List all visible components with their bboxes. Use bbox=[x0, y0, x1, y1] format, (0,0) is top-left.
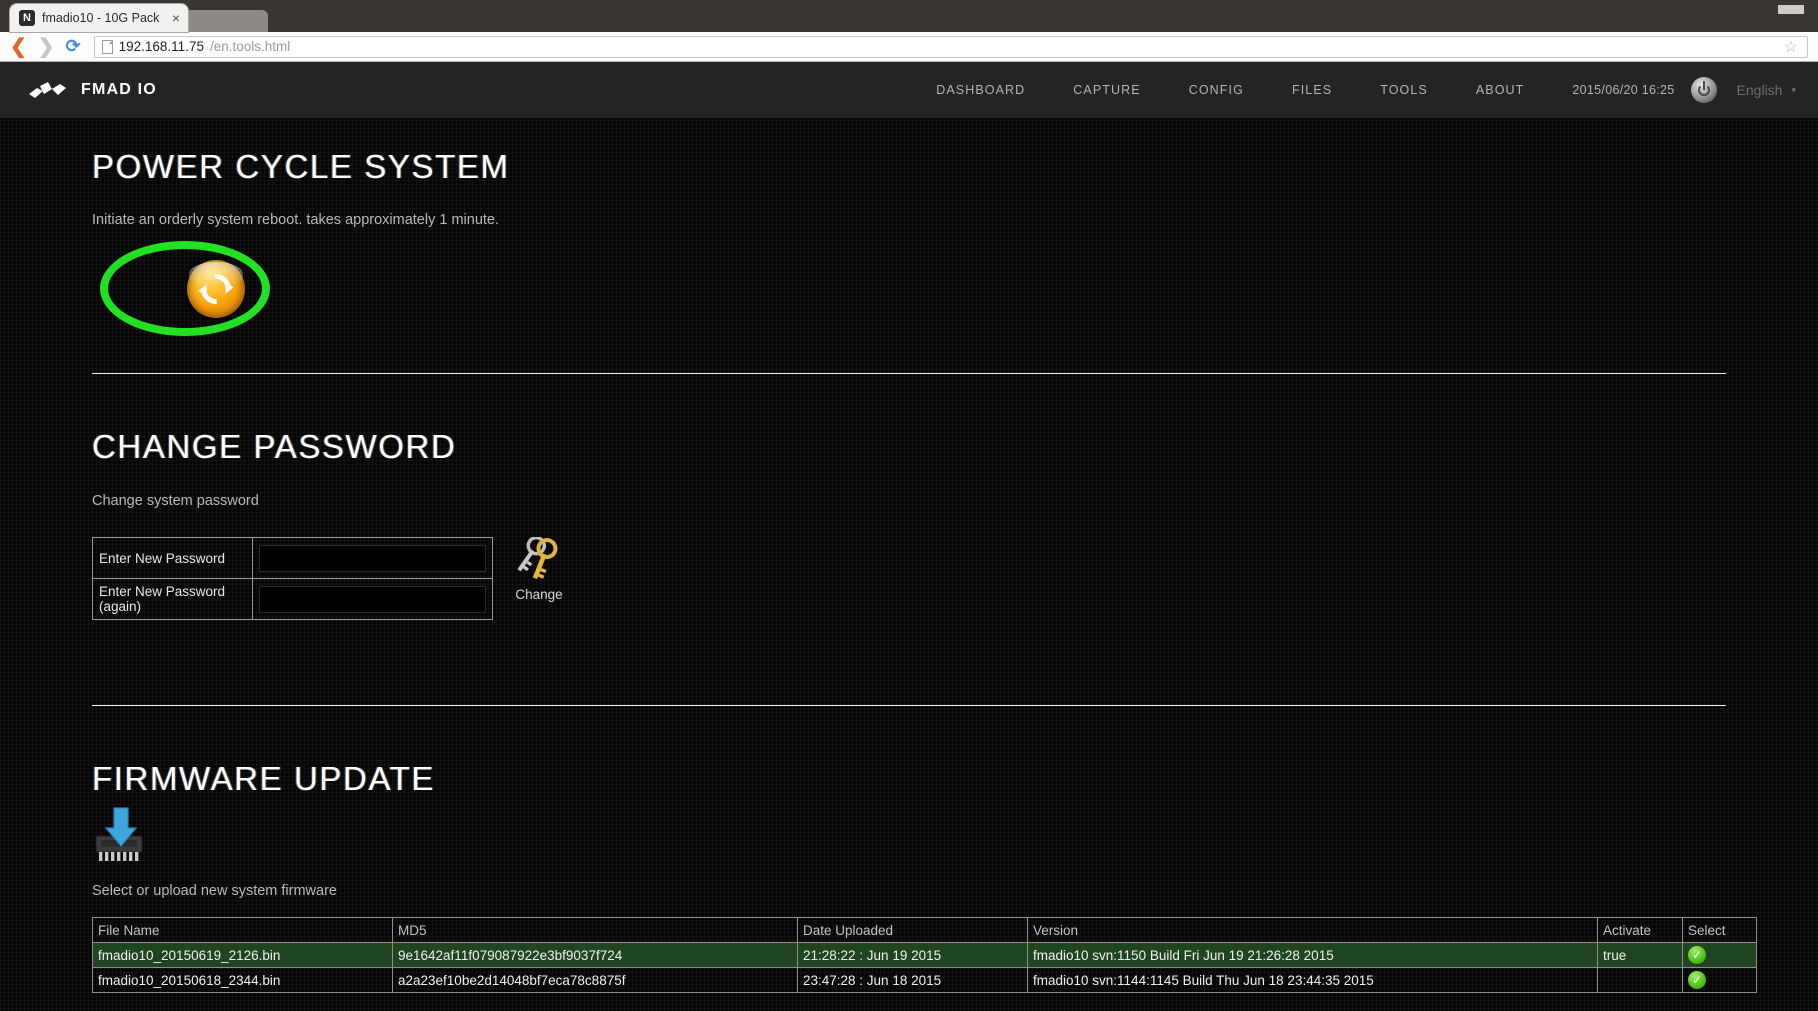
cell-activate bbox=[1597, 967, 1683, 993]
column-header-md5: MD5 bbox=[392, 917, 798, 943]
change-password-label: Change bbox=[515, 587, 563, 602]
language-label: English bbox=[1736, 82, 1783, 98]
confirm-password-cell bbox=[252, 578, 493, 620]
clock: 2015/06/20 16:25 bbox=[1572, 83, 1675, 97]
cell-version: fmadio10 svn:1150 Build Fri Jun 19 21:26… bbox=[1027, 942, 1598, 968]
nav-item-dashboard[interactable]: DASHBOARD bbox=[912, 83, 1049, 97]
confirm-password-label: Enter New Password (again) bbox=[92, 578, 253, 620]
section-divider bbox=[92, 705, 1726, 706]
nav-item-tools[interactable]: TOOLS bbox=[1356, 83, 1452, 97]
minimize-icon[interactable] bbox=[1778, 4, 1804, 14]
browser-chrome: N fmadio10 - 10G Pack × ❮ ❯ ⟳ 192.168.11… bbox=[0, 0, 1818, 62]
firmware-update-title: FIRMWARE UPDATE bbox=[92, 760, 435, 797]
address-bar[interactable]: 192.168.11.75 /en.tools.html ☆ bbox=[93, 35, 1808, 58]
new-password-cell bbox=[252, 537, 493, 579]
reload-icon[interactable]: ⟳ bbox=[66, 36, 81, 57]
firmware-update-description: Select or upload new system firmware bbox=[92, 883, 337, 899]
forward-icon[interactable]: ❯ bbox=[38, 37, 55, 57]
refresh-icon bbox=[194, 267, 238, 311]
column-header-activate: Activate bbox=[1597, 917, 1683, 943]
window-controls bbox=[1778, 0, 1804, 18]
tab-favicon: N bbox=[19, 10, 35, 26]
reboot-area bbox=[92, 240, 342, 338]
table-row: Enter New Password (again) bbox=[92, 578, 493, 620]
tab-title: fmadio10 - 10G Pack bbox=[42, 11, 160, 25]
tab-strip: N fmadio10 - 10G Pack × bbox=[0, 0, 1818, 32]
cell-date: 23:47:28 : Jun 18 2015 bbox=[797, 967, 1028, 993]
page-document-icon bbox=[101, 39, 113, 54]
main-nav: DASHBOARD CAPTURE CONFIG FILES TOOLS ABO… bbox=[912, 77, 1796, 103]
confirm-password-input[interactable] bbox=[259, 585, 486, 613]
change-password-description: Change system password bbox=[92, 493, 259, 509]
section-divider bbox=[92, 373, 1726, 374]
table-header-row: File Name MD5 Date Uploaded Version Acti… bbox=[92, 917, 1757, 943]
page-content: POWER CYCLE SYSTEM Initiate an orderly s… bbox=[0, 118, 1818, 1011]
browser-toolbar: ❮ ❯ ⟳ 192.168.11.75 /en.tools.html ☆ bbox=[0, 32, 1818, 62]
firmware-download-icon[interactable] bbox=[92, 806, 154, 864]
cell-version: fmadio10 svn:1144:1145 Build Thu Jun 18 … bbox=[1027, 967, 1598, 993]
nav-item-about[interactable]: ABOUT bbox=[1452, 83, 1549, 97]
change-password-form: Enter New Password Enter New Password (a… bbox=[92, 535, 1726, 620]
change-password-button[interactable]: Change bbox=[503, 535, 575, 602]
bookmark-star-icon[interactable]: ☆ bbox=[1784, 37, 1800, 57]
keys-icon bbox=[511, 535, 567, 585]
back-icon[interactable]: ❮ bbox=[10, 37, 27, 57]
firmware-table: File Name MD5 Date Uploaded Version Acti… bbox=[92, 917, 1757, 993]
chevron-down-icon: ▾ bbox=[1791, 84, 1796, 95]
nav-item-config[interactable]: CONFIG bbox=[1165, 83, 1268, 97]
power-cycle-title: POWER CYCLE SYSTEM bbox=[92, 148, 510, 185]
site-header: FMAD IO DASHBOARD CAPTURE CONFIG FILES T… bbox=[0, 62, 1818, 118]
password-table: Enter New Password Enter New Password (a… bbox=[92, 537, 493, 620]
power-icon[interactable] bbox=[1690, 77, 1717, 103]
table-row[interactable]: fmadio10_20150619_2126.bin 9e1642af11f07… bbox=[92, 942, 1757, 968]
cell-filename: fmadio10_20150619_2126.bin bbox=[92, 942, 393, 968]
url-host: 192.168.11.75 bbox=[118, 39, 204, 54]
power-cycle-section: POWER CYCLE SYSTEM Initiate an orderly s… bbox=[0, 148, 1818, 338]
close-icon[interactable]: × bbox=[170, 11, 182, 25]
cell-select[interactable]: ✓ bbox=[1682, 942, 1757, 968]
cell-select[interactable]: ✓ bbox=[1682, 967, 1757, 993]
new-password-label: Enter New Password bbox=[92, 537, 253, 579]
column-header-select: Select bbox=[1682, 917, 1757, 943]
reboot-button[interactable] bbox=[187, 260, 245, 318]
cell-activate: true bbox=[1597, 942, 1683, 968]
change-password-section: CHANGE PASSWORD Change system password E… bbox=[0, 428, 1818, 620]
table-row[interactable]: fmadio10_20150618_2344.bin a2a23ef10be2d… bbox=[92, 967, 1757, 993]
column-header-date: Date Uploaded bbox=[797, 917, 1028, 943]
change-password-title: CHANGE PASSWORD bbox=[92, 428, 457, 465]
language-selector[interactable]: English ▾ bbox=[1717, 82, 1796, 98]
check-icon[interactable]: ✓ bbox=[1688, 971, 1706, 989]
nav-item-files[interactable]: FILES bbox=[1268, 83, 1356, 97]
url-path: /en.tools.html bbox=[209, 39, 291, 54]
cell-date: 21:28:22 : Jun 19 2015 bbox=[797, 942, 1028, 968]
cell-md5: 9e1642af11f079087922e3bf9037f724 bbox=[392, 942, 798, 968]
check-icon[interactable]: ✓ bbox=[1688, 946, 1706, 964]
browser-tab[interactable]: N fmadio10 - 10G Pack × bbox=[10, 4, 188, 32]
brand-name: FMAD IO bbox=[81, 81, 157, 98]
brand-logo[interactable]: FMAD IO bbox=[28, 80, 157, 100]
cell-filename: fmadio10_20150618_2344.bin bbox=[92, 967, 393, 993]
new-tab-button[interactable] bbox=[182, 10, 268, 32]
column-header-version: Version bbox=[1027, 917, 1598, 943]
nav-item-capture[interactable]: CAPTURE bbox=[1049, 83, 1164, 97]
new-password-input[interactable] bbox=[259, 544, 486, 572]
power-cycle-description: Initiate an orderly system reboot. takes… bbox=[92, 212, 499, 228]
firmware-update-section: FIRMWARE UPDATE Select or upload new sys… bbox=[0, 760, 1818, 899]
fmad-logo-icon bbox=[28, 80, 70, 100]
table-row: Enter New Password bbox=[92, 537, 493, 579]
column-header-filename: File Name bbox=[92, 917, 393, 943]
cell-md5: a2a23ef10be2d14048bf7eca78c8875f bbox=[392, 967, 798, 993]
